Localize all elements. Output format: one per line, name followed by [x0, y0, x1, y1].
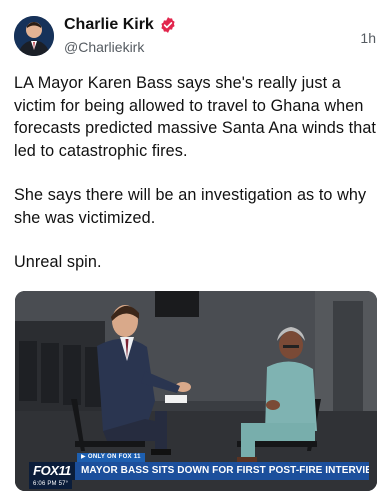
author-handle[interactable]: @Charliekirk [64, 39, 144, 55]
post-body: LA Mayor Karen Bass says she's really ju… [14, 72, 384, 296]
verified-badge-icon [161, 17, 175, 33]
video-clock: 6:06 PM 57° [29, 480, 73, 489]
author-name-row[interactable]: Charlie Kirk [64, 16, 177, 34]
post-paragraph: LA Mayor Karen Bass says she's really ju… [14, 74, 377, 160]
post-paragraph: She says there will be an investigation … [14, 186, 367, 227]
avatar[interactable] [14, 16, 54, 56]
video-brand: FOX11 [29, 462, 75, 480]
avatar-photo [14, 16, 54, 56]
post-timestamp[interactable]: 1h [360, 30, 376, 46]
video-headline: MAYOR BASS SITS DOWN FOR FIRST POST-FIRE… [75, 462, 369, 480]
author-name[interactable]: Charlie Kirk [64, 16, 154, 34]
video-tag: ▶ ONLY ON FOX 11 [77, 453, 145, 462]
post-paragraph: Unreal spin. [14, 253, 102, 271]
post: Charlie Kirk @Charliekirk 1h LA Mayor Ka… [0, 0, 392, 500]
video-media[interactable]: ▶ ONLY ON FOX 11 FOX11 MAYOR BASS SITS D… [15, 291, 377, 491]
video-frame [15, 291, 377, 491]
